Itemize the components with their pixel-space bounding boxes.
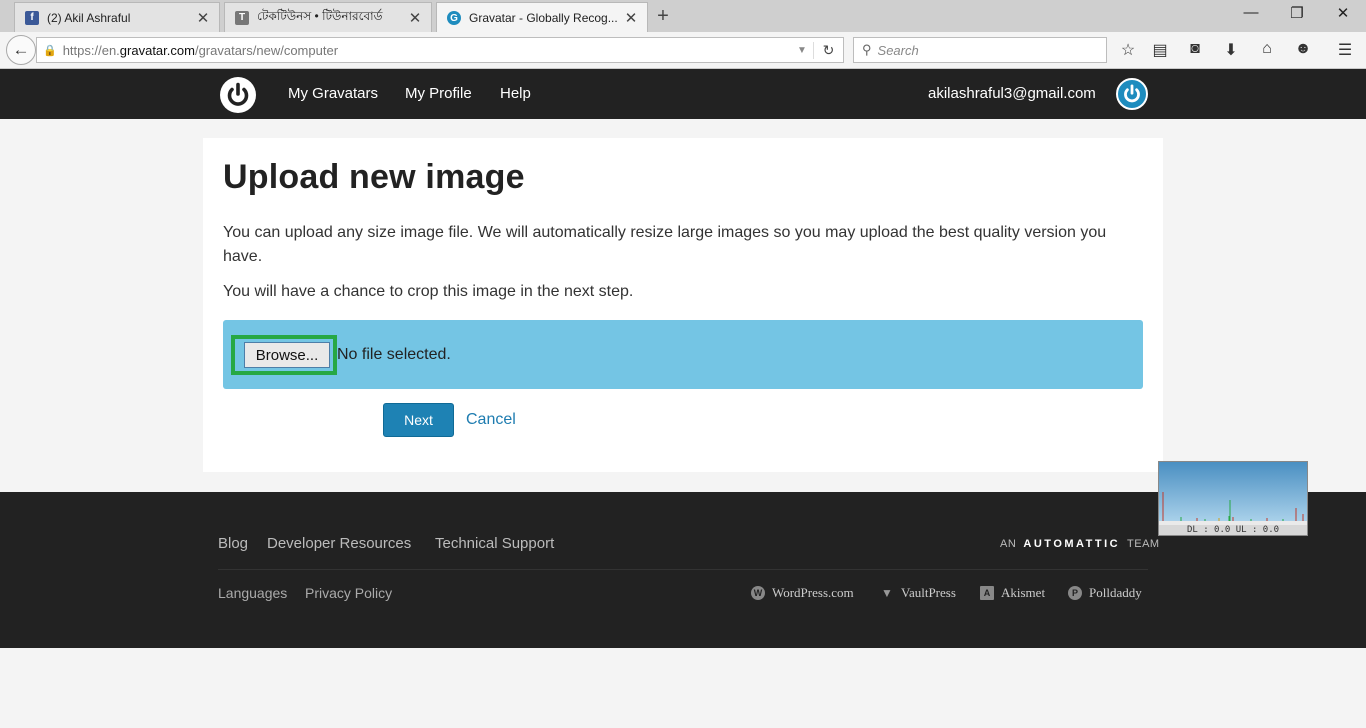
minimize-icon[interactable]: — (1236, 4, 1266, 21)
wordpress-icon: W (751, 586, 765, 600)
history-dropdown-icon[interactable]: ▼ (791, 45, 813, 56)
network-speed-widget[interactable]: DL : 0.0 UL : 0.0 (1158, 461, 1308, 536)
footer-link-privacy-policy[interactable]: Privacy Policy (305, 585, 392, 601)
team-prefix: AN (1000, 538, 1017, 550)
file-upload-area: Browse... No file selected. (223, 320, 1143, 389)
partner-akismet[interactable]: A Akismet (980, 585, 1045, 601)
next-button[interactable]: Next (383, 403, 454, 437)
footer-link-languages[interactable]: Languages (218, 585, 287, 601)
footer-divider (218, 569, 1148, 570)
crop-note: You will have a chance to crop this imag… (223, 283, 634, 300)
partner-polldaddy[interactable]: P Polldaddy (1068, 585, 1142, 601)
footer-link-developer-resources[interactable]: Developer Resources (267, 535, 411, 552)
speed-graph (1162, 492, 1304, 522)
file-status: No file selected. (337, 346, 451, 363)
techtunes-favicon-icon: T (235, 10, 249, 25)
upload-description: You can upload any size image file. We w… (223, 224, 1107, 265)
pocket-icon[interactable]: ◙ (1183, 40, 1207, 58)
close-tab-icon[interactable]: ✕ (407, 9, 423, 27)
partner-label: WordPress.com (772, 585, 854, 600)
menu-hamburger-icon[interactable]: ☰ (1333, 40, 1357, 60)
tab-techtunes[interactable]: T টেকটিউনস • টিউনারবোর্ড ✕ (224, 2, 432, 32)
speed-readout: DL : 0.0 UL : 0.0 (1159, 525, 1307, 535)
automattic-brand: AUTOMATTIC (1023, 538, 1121, 550)
restore-icon[interactable]: ❐ (1282, 4, 1312, 22)
partner-label: VaultPress (901, 585, 956, 600)
smiley-icon[interactable]: ☻ (1291, 40, 1315, 58)
nav-my-profile[interactable]: My Profile (405, 85, 472, 102)
gravatar-favicon-icon: G (447, 11, 461, 25)
tab-title: (2) Akil Ashraful (47, 10, 131, 25)
browser-tab-bar: f (2) Akil Ashraful ✕ T টেকটিউনস • টিউনা… (0, 0, 1366, 33)
site-header: My Gravatars My Profile Help akilashrafu… (0, 69, 1366, 119)
page-bottom-area (0, 648, 1366, 728)
tab-title: Gravatar - Globally Recog... (469, 11, 618, 25)
home-icon[interactable]: ⌂ (1255, 40, 1279, 58)
url-prefix: https://en. (62, 42, 120, 58)
facebook-favicon-icon: f (25, 10, 39, 25)
power-logo-icon (227, 82, 249, 106)
partner-label: Polldaddy (1089, 585, 1142, 600)
partner-label: Akismet (1001, 585, 1046, 600)
vaultpress-icon: ▼ (881, 586, 893, 600)
partner-wordpress[interactable]: W WordPress.com (751, 585, 854, 601)
search-bar[interactable]: ⚲ Search (853, 37, 1107, 63)
account-email[interactable]: akilashraful3@gmail.com (928, 85, 1096, 102)
close-window-icon[interactable]: ✕ (1328, 4, 1358, 22)
close-tab-icon[interactable]: ✕ (195, 9, 211, 27)
akismet-icon: A (980, 586, 994, 600)
lock-icon: 🔒 (43, 44, 57, 57)
footer-link-blog[interactable]: Blog (218, 535, 248, 552)
tab-facebook[interactable]: f (2) Akil Ashraful ✕ (14, 2, 220, 32)
url-path: /gravatars/new/computer (194, 42, 339, 58)
polldaddy-icon: P (1068, 586, 1082, 600)
gravatar-logo-icon[interactable] (220, 77, 256, 113)
search-icon: ⚲ (862, 42, 872, 57)
address-bar[interactable]: 🔒 https://en.gravatar.com/gravatars/new/… (36, 37, 844, 63)
search-placeholder: Search (877, 42, 919, 58)
avatar-power-icon (1124, 84, 1140, 103)
automattic-team-label[interactable]: AN AUTOMATTIC TEAM (1000, 538, 1160, 550)
url-domain: gravatar.com (119, 42, 195, 58)
new-tab-icon[interactable]: + (652, 5, 674, 28)
upload-card: Upload new image You can upload any size… (203, 138, 1163, 472)
browser-toolbar: ← 🔒 https://en.gravatar.com/gravatars/ne… (0, 32, 1366, 69)
nav-my-gravatars[interactable]: My Gravatars (288, 85, 378, 102)
browse-button[interactable]: Browse... (244, 342, 330, 368)
page-title: Upload new image (223, 158, 525, 196)
reload-icon[interactable]: ↻ (813, 41, 843, 59)
back-arrow-icon[interactable]: ← (6, 35, 36, 65)
download-icon[interactable]: ⬇ (1219, 40, 1243, 60)
tab-title: টেকটিউনস • টিউনারবোর্ড (257, 8, 383, 23)
url-text[interactable]: https://en.gravatar.com/gravatars/new/co… (63, 43, 791, 58)
nav-help[interactable]: Help (500, 85, 531, 102)
reading-list-icon[interactable]: ▤ (1148, 40, 1172, 60)
close-tab-icon[interactable]: ✕ (623, 9, 639, 27)
team-suffix: TEAM (1127, 538, 1160, 550)
cancel-link[interactable]: Cancel (466, 411, 516, 429)
avatar[interactable] (1116, 78, 1148, 110)
tab-gravatar[interactable]: G Gravatar - Globally Recog... ✕ (436, 2, 648, 33)
partner-vaultpress[interactable]: ▼ VaultPress (880, 585, 956, 601)
footer-link-technical-support[interactable]: Technical Support (435, 535, 554, 552)
bookmark-star-icon[interactable]: ☆ (1116, 40, 1140, 60)
